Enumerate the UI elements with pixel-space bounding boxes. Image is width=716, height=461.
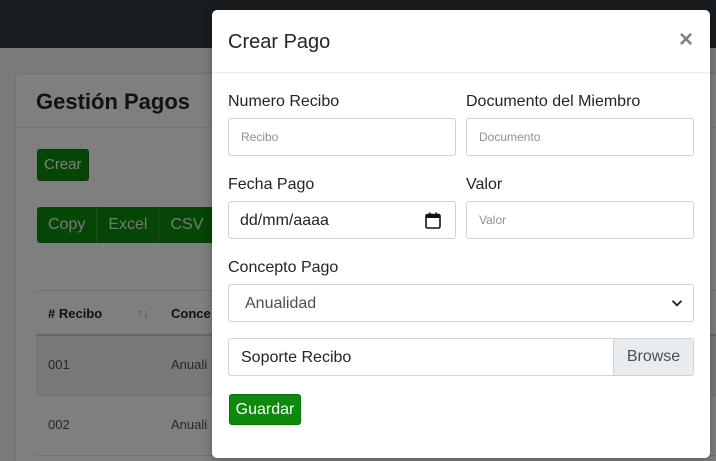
- documento-miembro-field: [466, 118, 694, 156]
- numero-recibo-label: Numero Recibo: [228, 93, 340, 110]
- valor-label: Valor: [466, 176, 503, 193]
- close-icon[interactable]: ×: [679, 28, 693, 52]
- modal-header: Crear Pago ×: [212, 10, 710, 73]
- save-button[interactable]: Guardar: [229, 394, 301, 425]
- fecha-pago-input[interactable]: dd/mm/aaaa: [228, 201, 456, 239]
- documento-miembro-label: Documento del Miembro: [466, 93, 641, 110]
- numero-recibo-field: [228, 118, 456, 156]
- fecha-pago-value: dd/mm/aaaa: [240, 212, 329, 229]
- concepto-pago-label: Concepto Pago: [228, 259, 339, 276]
- fecha-pago-label: Fecha Pago: [228, 176, 315, 193]
- concepto-pago-selected: Anualidad: [245, 295, 317, 312]
- calendar-icon[interactable]: [425, 212, 441, 229]
- documento-miembro-input[interactable]: [467, 119, 693, 155]
- create-payment-modal: Crear Pago × Numero Recibo Documento del…: [212, 10, 710, 458]
- valor-field: [466, 201, 694, 239]
- numero-recibo-input[interactable]: [229, 119, 455, 155]
- chevron-down-icon: [671, 300, 683, 307]
- browse-button[interactable]: Browse: [613, 339, 693, 375]
- concepto-pago-select[interactable]: Anualidad: [228, 284, 694, 322]
- soporte-recibo-file-input[interactable]: Soporte Recibo Browse: [228, 338, 694, 376]
- soporte-recibo-label: Soporte Recibo: [241, 349, 352, 366]
- valor-input[interactable]: [467, 202, 693, 238]
- modal-title: Crear Pago: [228, 31, 331, 53]
